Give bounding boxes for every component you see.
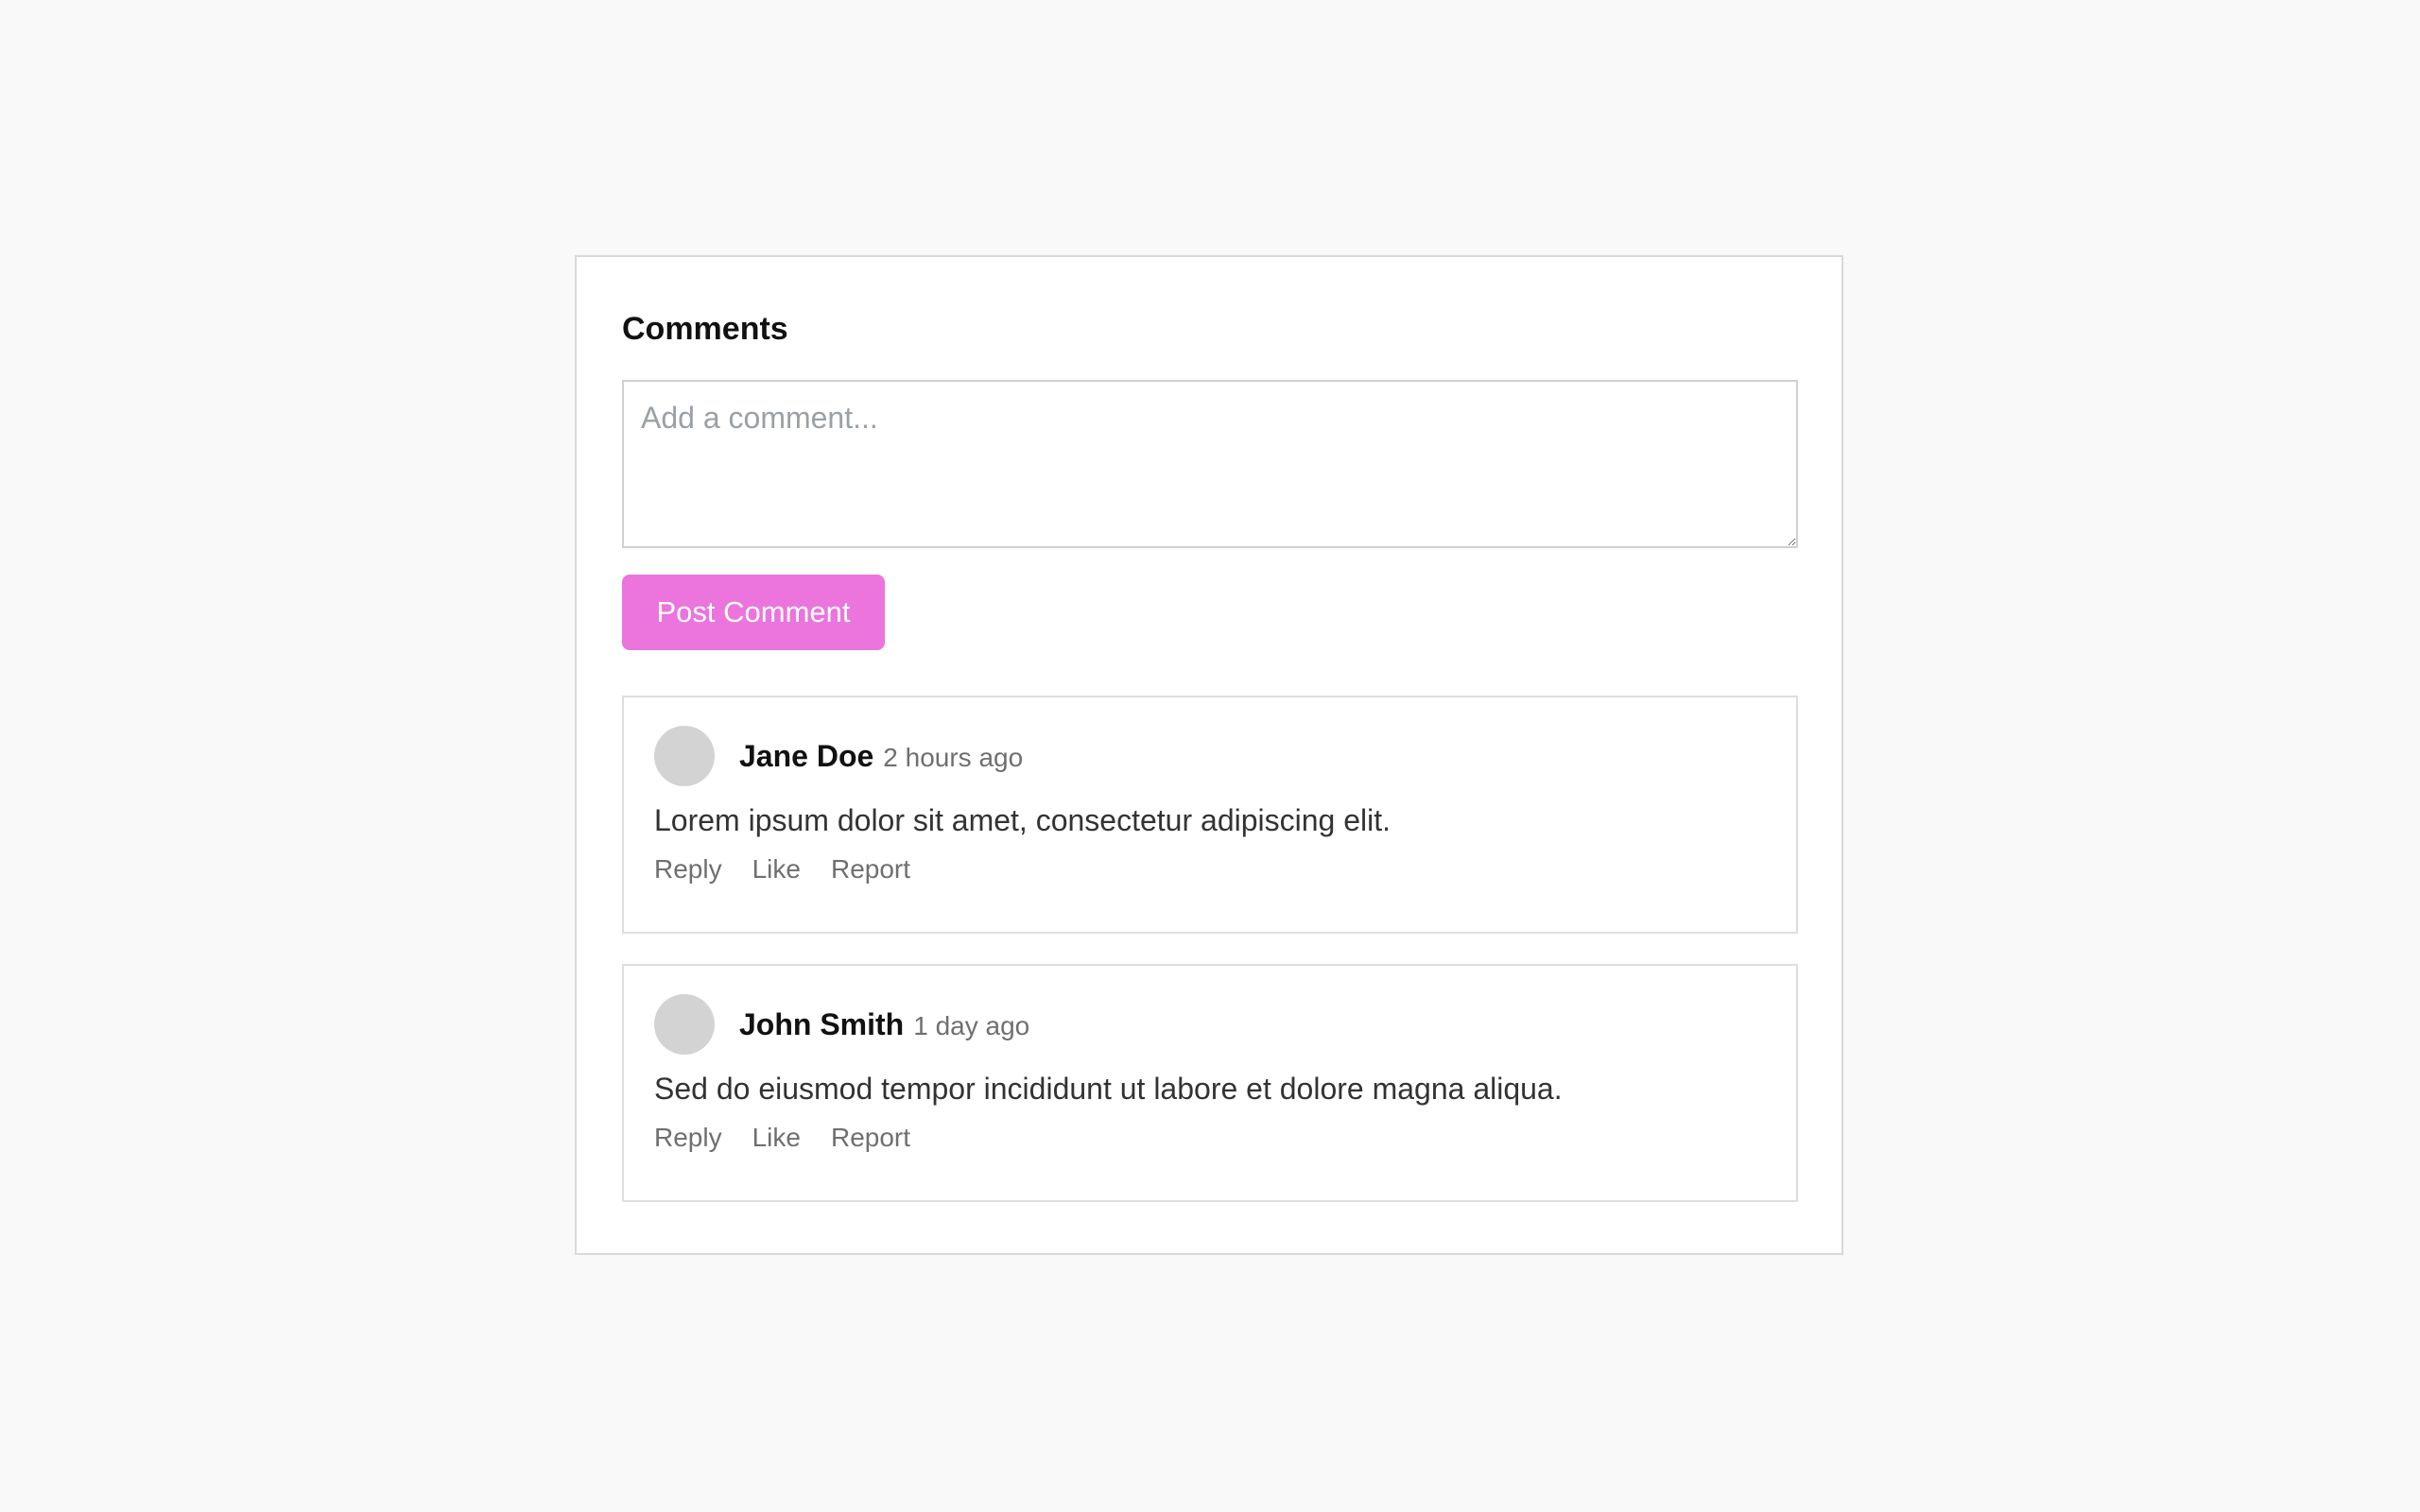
comment-item: Jane Doe 2 hours ago Lorem ipsum dolor s… [622,696,1798,934]
report-button[interactable]: Report [831,1121,910,1155]
comment-item: John Smith 1 day ago Sed do eiusmod temp… [622,964,1798,1202]
reply-button[interactable]: Reply [654,852,722,886]
report-button[interactable]: Report [831,852,910,886]
like-button[interactable]: Like [752,1121,801,1155]
comment-input[interactable] [622,380,1798,548]
comment-timestamp: 1 day ago [913,1011,1030,1040]
reply-button[interactable]: Reply [654,1121,722,1155]
comment-header: John Smith 1 day ago [654,994,1766,1055]
avatar [654,726,715,786]
comment-text: Lorem ipsum dolor sit amet, consectetur … [654,803,1392,837]
like-button[interactable]: Like [752,852,801,886]
comments-panel: Comments Post Comment Jane Doe 2 hours a… [575,255,1843,1255]
avatar [654,994,715,1055]
comment-timestamp: 2 hours ago [883,743,1024,772]
post-comment-button[interactable]: Post Comment [622,575,885,650]
comment-header: Jane Doe 2 hours ago [654,726,1766,786]
comment-actions: Reply Like Report [654,852,1766,886]
comment-author: Jane Doe [739,738,874,773]
comment-text: Sed do eiusmod tempor incididunt ut labo… [654,1072,1563,1106]
comment-list: Jane Doe 2 hours ago Lorem ipsum dolor s… [622,696,1798,1202]
comment-actions: Reply Like Report [654,1121,1766,1155]
comment-author: John Smith [739,1006,905,1041]
comments-title: Comments [622,311,788,347]
